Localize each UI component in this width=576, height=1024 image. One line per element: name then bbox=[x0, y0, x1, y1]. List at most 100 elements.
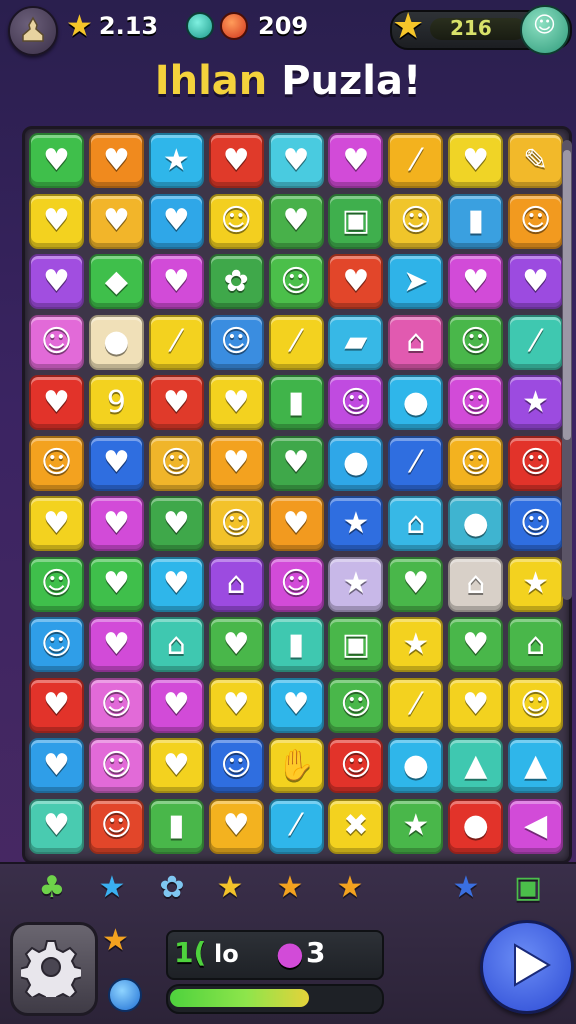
settings-button[interactable] bbox=[10, 922, 98, 1016]
home-button[interactable] bbox=[8, 6, 58, 56]
tile[interactable]: ♥ bbox=[448, 254, 504, 309]
tile[interactable]: ☺ bbox=[208, 738, 264, 793]
fruit-icon[interactable]: ♣ bbox=[34, 870, 70, 906]
tile[interactable]: ☺ bbox=[268, 254, 324, 309]
tile[interactable]: ♥ bbox=[388, 556, 444, 612]
tile[interactable]: ▲ bbox=[448, 738, 504, 793]
tile[interactable]: ⁄ bbox=[508, 314, 564, 370]
star-icon[interactable]: ★ bbox=[94, 870, 130, 906]
tile[interactable]: ♥ bbox=[208, 798, 264, 854]
scrollbar[interactable] bbox=[562, 140, 572, 600]
tile[interactable]: ◆ bbox=[88, 254, 144, 309]
tile[interactable]: ⌂ bbox=[388, 314, 444, 370]
tile[interactable]: ♥ bbox=[88, 556, 144, 612]
tile[interactable]: ⁄ bbox=[388, 677, 444, 733]
tile[interactable]: ★ bbox=[148, 133, 204, 188]
tile[interactable]: ♥ bbox=[29, 798, 84, 854]
tile[interactable]: ⁄ bbox=[148, 314, 204, 370]
tile[interactable]: ☺ bbox=[88, 798, 144, 854]
tile[interactable]: ● bbox=[448, 798, 504, 854]
tile[interactable]: ☺ bbox=[29, 617, 84, 672]
star-icon[interactable]: ★ bbox=[212, 870, 248, 906]
tile[interactable]: 9 bbox=[88, 375, 144, 430]
gift-icon[interactable]: ▣ bbox=[510, 870, 546, 906]
tile[interactable]: ♥ bbox=[88, 617, 144, 672]
tile[interactable]: ♥ bbox=[328, 254, 384, 309]
tile[interactable]: ▣ bbox=[328, 193, 384, 249]
tile[interactable]: ⁄ bbox=[268, 798, 324, 854]
tile[interactable]: ★ bbox=[508, 556, 564, 612]
tile[interactable]: ♥ bbox=[208, 617, 264, 672]
tile[interactable]: ☺ bbox=[328, 677, 384, 733]
tile[interactable]: ♥ bbox=[88, 496, 144, 551]
tile[interactable]: ⌂ bbox=[208, 556, 264, 612]
tile[interactable]: ♥ bbox=[148, 677, 204, 733]
tile[interactable]: ⌂ bbox=[448, 556, 504, 612]
tile[interactable]: ☺ bbox=[508, 435, 564, 491]
tile[interactable]: ♥ bbox=[268, 496, 324, 551]
tile[interactable]: ▰ bbox=[328, 314, 384, 370]
tile[interactable]: ⌂ bbox=[508, 617, 564, 672]
tile[interactable]: ☺ bbox=[328, 375, 384, 430]
tile[interactable]: ♥ bbox=[268, 133, 324, 188]
tile[interactable]: ▲ bbox=[508, 738, 564, 793]
tile[interactable]: ☺ bbox=[29, 314, 84, 370]
tile[interactable]: ♥ bbox=[448, 617, 504, 672]
tile[interactable]: ● bbox=[388, 375, 444, 430]
tile[interactable]: ➤ bbox=[388, 254, 444, 309]
tile[interactable]: ◀ bbox=[508, 798, 564, 854]
tile[interactable]: ☺ bbox=[508, 677, 564, 733]
tile[interactable]: ● bbox=[328, 435, 384, 491]
tile[interactable]: ☺ bbox=[448, 375, 504, 430]
blue-orb-icon[interactable] bbox=[108, 978, 142, 1012]
tile[interactable]: ☺ bbox=[88, 677, 144, 733]
tile[interactable]: ● bbox=[388, 738, 444, 793]
tile[interactable]: ✖ bbox=[328, 798, 384, 854]
tile[interactable]: ♥ bbox=[208, 677, 264, 733]
tile[interactable]: ♥ bbox=[268, 677, 324, 733]
tile[interactable]: ☺ bbox=[388, 193, 444, 249]
tile[interactable]: ⌂ bbox=[148, 617, 204, 672]
tile[interactable]: ♥ bbox=[148, 738, 204, 793]
tile[interactable]: ♥ bbox=[208, 435, 264, 491]
tile[interactable]: ♥ bbox=[29, 496, 84, 551]
tile[interactable]: ♥ bbox=[29, 193, 84, 249]
tile[interactable]: ♥ bbox=[148, 193, 204, 249]
tile[interactable]: ▮ bbox=[148, 798, 204, 854]
tile[interactable]: ✎ bbox=[508, 133, 564, 188]
tile[interactable]: ♥ bbox=[88, 133, 144, 188]
tile[interactable]: ♥ bbox=[148, 556, 204, 612]
bonus-star-icon[interactable]: ★ bbox=[102, 926, 129, 956]
tile[interactable]: ♥ bbox=[328, 133, 384, 188]
tile[interactable]: ♥ bbox=[208, 133, 264, 188]
tile[interactable]: ♥ bbox=[448, 677, 504, 733]
tile[interactable]: ✋ bbox=[268, 738, 324, 793]
tile[interactable]: ⁄ bbox=[388, 133, 444, 188]
tile[interactable]: ⁄ bbox=[388, 435, 444, 491]
tile[interactable]: ♥ bbox=[448, 133, 504, 188]
tile[interactable]: ● bbox=[88, 314, 144, 370]
play-button[interactable] bbox=[480, 920, 574, 1014]
tile[interactable]: ♥ bbox=[148, 254, 204, 309]
tile[interactable]: ★ bbox=[328, 496, 384, 551]
tile[interactable]: ♥ bbox=[508, 254, 564, 309]
tile[interactable]: ▮ bbox=[268, 617, 324, 672]
tile[interactable]: ✿ bbox=[208, 254, 264, 309]
tile[interactable]: ☺ bbox=[88, 738, 144, 793]
tile[interactable]: ☺ bbox=[208, 496, 264, 551]
tile[interactable]: ♥ bbox=[29, 133, 84, 188]
tile[interactable]: ★ bbox=[328, 556, 384, 612]
tile[interactable]: ♥ bbox=[268, 193, 324, 249]
tile[interactable]: ♥ bbox=[208, 375, 264, 430]
tile[interactable]: ☺ bbox=[328, 738, 384, 793]
tile[interactable]: ☺ bbox=[448, 314, 504, 370]
tile[interactable]: ☺ bbox=[208, 314, 264, 370]
tile[interactable]: ♥ bbox=[29, 677, 84, 733]
tile[interactable]: ★ bbox=[508, 375, 564, 430]
tile[interactable]: ♥ bbox=[148, 496, 204, 551]
tile[interactable]: ★ bbox=[388, 617, 444, 672]
tile[interactable]: ♥ bbox=[29, 254, 84, 309]
tile[interactable]: ♥ bbox=[88, 193, 144, 249]
tile[interactable]: ☺ bbox=[208, 193, 264, 249]
tile[interactable]: ☺ bbox=[29, 435, 84, 491]
